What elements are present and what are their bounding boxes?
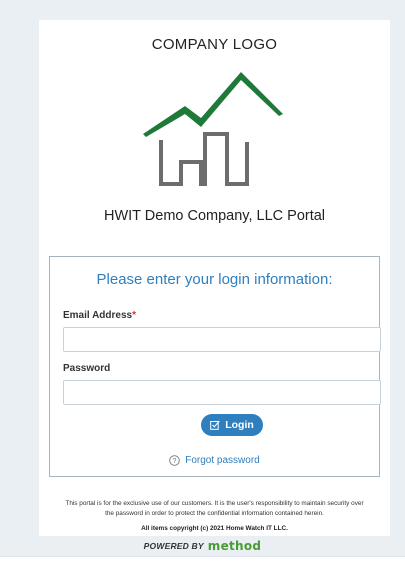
footer-notice-line2: the password in order to protect the con… — [105, 510, 324, 517]
login-heading: Please enter your login information: — [96, 271, 333, 288]
powered-by-badge: POWERED BY method — [0, 538, 405, 554]
roof-arrow-shape — [143, 72, 283, 137]
house-with-chart-icon — [143, 72, 283, 186]
powered-by-prefix: POWERED BY — [143, 541, 204, 551]
forgot-password-link[interactable]: ? Forgot password — [50, 455, 379, 466]
house-walls-shape — [159, 132, 249, 186]
footer-notice-line1: This portal is for the exclusive use of … — [65, 500, 364, 507]
checkbox-icon — [210, 420, 220, 430]
portal-title: HWIT Demo Company, LLC Portal — [103, 208, 326, 224]
password-field[interactable] — [63, 380, 381, 405]
login-button[interactable]: Login — [201, 414, 263, 436]
password-label: Password — [63, 363, 111, 374]
footer-notice: This portal is for the exclusive use of … — [39, 499, 390, 519]
brand-logo: method — [207, 539, 262, 553]
svg-text:?: ? — [173, 458, 177, 465]
help-circle-icon: ? — [169, 455, 181, 466]
required-marker: * — [132, 310, 137, 321]
logo-title: COMPANY LOGO — [151, 36, 278, 53]
login-button-label: Login — [225, 419, 254, 431]
forgot-password-label: Forgot password — [185, 455, 260, 466]
login-form: Please enter your login information: Ema… — [49, 256, 381, 477]
email-label-text: Email Address — [63, 310, 133, 321]
login-card: COMPANY LOGO HWIT Demo Company, LLC Port… — [39, 20, 390, 536]
email-field[interactable] — [63, 327, 381, 352]
footer-copyright: All items copyright (c) 2021 Home Watch … — [141, 525, 288, 532]
bottom-strip — [0, 556, 405, 571]
email-label: Email Address* — [63, 310, 136, 321]
